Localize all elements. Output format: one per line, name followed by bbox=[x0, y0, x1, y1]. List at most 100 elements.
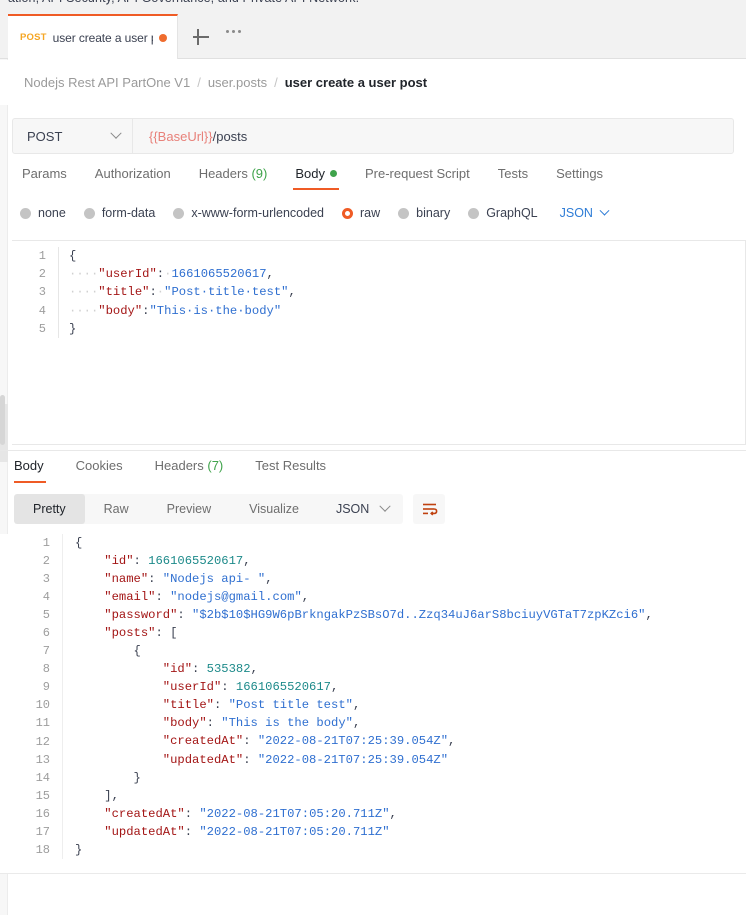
request-tab-body[interactable]: Body bbox=[281, 166, 351, 190]
url-input[interactable]: {{BaseUrl}}/posts bbox=[133, 129, 733, 144]
code-token-k: "name" bbox=[104, 572, 149, 587]
code-text: "email": "nodejs@gmail.com", bbox=[62, 588, 746, 607]
code-token-p: : bbox=[243, 752, 258, 767]
line-number: 5 bbox=[42, 608, 50, 623]
response-view-segment: Pretty Raw Preview Visualize JSON bbox=[14, 494, 404, 524]
response-code-rows: 1{2 "id": 1661065520617, 3 "name": "Nodej… bbox=[0, 534, 746, 859]
line-number: 8 bbox=[42, 662, 50, 677]
body-type-radio-raw[interactable]: raw bbox=[342, 206, 380, 220]
code-token-p: : bbox=[148, 572, 163, 587]
code-token-k: "password" bbox=[104, 608, 178, 623]
plus-icon[interactable] bbox=[190, 26, 212, 48]
response-tab-cookies[interactable]: Cookies bbox=[60, 458, 139, 483]
request-tab-headers-9[interactable]: Headers (9) bbox=[185, 166, 282, 190]
tab-method-label: POST bbox=[20, 32, 47, 43]
breadcrumb-collection[interactable]: Nodejs Rest API PartOne V1 bbox=[24, 75, 190, 90]
response-view-raw[interactable]: Raw bbox=[85, 494, 148, 524]
code-line: 10 "title": "Post title test", bbox=[0, 696, 746, 715]
response-format-select[interactable]: JSON bbox=[318, 494, 403, 524]
response-tabs: Body Cookies Headers (7) Test Results bbox=[14, 458, 342, 483]
request-tab-authorization[interactable]: Authorization bbox=[81, 166, 185, 190]
code-token-k: "id" bbox=[162, 662, 193, 677]
code-line: 2 ····"userId":·1661065520617, bbox=[12, 265, 745, 284]
code-token-k: "updatedAt" bbox=[104, 824, 185, 839]
line-number: 13 bbox=[35, 752, 50, 767]
body-type-label: none bbox=[38, 206, 66, 220]
code-token-p: , bbox=[288, 285, 296, 300]
code-line: 15 ], bbox=[0, 786, 746, 805]
code-token-p: , bbox=[448, 734, 456, 749]
code-token-s: "Post title test" bbox=[228, 698, 353, 713]
code-token-p: : bbox=[184, 806, 200, 821]
http-method-select[interactable]: POST bbox=[13, 119, 133, 153]
code-token-p: , bbox=[645, 608, 653, 623]
request-tab-pre-request-script[interactable]: Pre-request Script bbox=[351, 166, 484, 190]
code-token-k: "posts" bbox=[104, 626, 156, 641]
request-tab-params[interactable]: Params bbox=[22, 166, 81, 190]
request-code-rows: 1{2 ····"userId":·1661065520617, 3 ····"tit… bbox=[12, 241, 745, 338]
code-text: "updatedAt": "2022-08-21T07:05:20.711Z" bbox=[62, 822, 746, 841]
tab-title-label: user create a user pos bbox=[52, 30, 153, 45]
code-line: 8 "id": 535382, bbox=[0, 660, 746, 679]
radio-icon bbox=[342, 207, 353, 219]
response-body-viewer[interactable]: 1{2 "id": 1661065520617, 3 "name": "Nodej… bbox=[0, 534, 746, 874]
code-text: "body": "This is the body", bbox=[62, 714, 746, 733]
code-token-ws: ···· bbox=[69, 303, 99, 318]
response-tab-headers-7[interactable]: Headers (7) bbox=[139, 458, 240, 483]
response-view-visualize[interactable]: Visualize bbox=[230, 494, 318, 524]
breadcrumb-request[interactable]: user create a user post bbox=[285, 75, 427, 90]
line-number: 18 bbox=[35, 842, 50, 857]
response-tab-label: Cookies bbox=[75, 458, 123, 473]
ellipsis-icon[interactable] bbox=[226, 30, 242, 34]
code-token-p: , bbox=[250, 662, 258, 677]
code-token-p: , bbox=[301, 590, 310, 605]
code-token-p bbox=[75, 789, 104, 803]
code-text: { bbox=[58, 247, 745, 266]
body-type-radio-form-data[interactable]: form-data bbox=[83, 206, 155, 220]
request-body-editor[interactable]: 1{2 ····"userId":·1661065520617, 3 ····"tit… bbox=[12, 240, 746, 445]
radio-icon bbox=[173, 207, 185, 219]
code-text: } bbox=[58, 319, 745, 338]
request-tab-tests[interactable]: Tests bbox=[484, 166, 542, 190]
top-banner: ation, API Security, API Governance, and… bbox=[0, 0, 746, 14]
code-token-p: : bbox=[133, 553, 149, 568]
response-tab-body[interactable]: Body bbox=[14, 458, 60, 483]
body-type-radio-x-www-form-urlencoded[interactable]: x-www-form-urlencoded bbox=[173, 206, 324, 220]
request-tab-settings[interactable]: Settings bbox=[542, 166, 617, 190]
response-view-pretty[interactable]: Pretty bbox=[14, 494, 85, 524]
request-editor-scrollbar[interactable] bbox=[0, 395, 5, 445]
code-token-k: "body" bbox=[162, 716, 207, 731]
code-token-p bbox=[75, 662, 163, 676]
request-tab-count: (9) bbox=[251, 166, 268, 181]
code-text: "updatedAt": "2022-08-21T07:25:39.054Z" bbox=[62, 750, 746, 769]
line-number: 3 bbox=[38, 285, 46, 300]
code-text: { bbox=[62, 642, 746, 661]
code-token-p bbox=[75, 825, 104, 839]
code-token-k: "userId" bbox=[162, 680, 222, 695]
request-tab-label: Settings bbox=[556, 166, 604, 181]
code-token-p: , bbox=[243, 553, 251, 568]
body-type-radio-none[interactable]: none bbox=[20, 206, 66, 220]
radio-icon bbox=[83, 207, 95, 219]
code-token-s: "Nodejs api- " bbox=[162, 572, 266, 587]
code-token-p: : bbox=[206, 716, 222, 731]
line-number: 12 bbox=[35, 734, 50, 749]
line-number: 11 bbox=[35, 716, 50, 731]
breadcrumb-separator-1: / bbox=[197, 75, 201, 90]
code-token-p: : bbox=[177, 608, 193, 623]
url-variable: {{BaseUrl}} bbox=[149, 128, 213, 144]
code-token-brc: } bbox=[133, 770, 141, 785]
code-token-brc: ] bbox=[104, 788, 112, 803]
code-token-ws: ···· bbox=[69, 267, 99, 282]
body-format-select[interactable]: JSON bbox=[560, 205, 610, 220]
response-view-preview[interactable]: Preview bbox=[148, 494, 230, 524]
body-type-label: binary bbox=[416, 206, 451, 220]
code-line: 9 "userId": 1661065520617, bbox=[0, 678, 746, 697]
code-text: ····"title":·"Post·title·test", bbox=[58, 283, 745, 302]
response-tab-test-results[interactable]: Test Results bbox=[239, 458, 342, 483]
body-type-radio-graphql[interactable]: GraphQL bbox=[468, 206, 538, 220]
wrap-text-icon[interactable] bbox=[413, 494, 446, 524]
request-tab-active[interactable]: POST user create a user pos bbox=[8, 14, 178, 59]
breadcrumb-folder[interactable]: user.posts bbox=[208, 75, 267, 90]
body-type-radio-binary[interactable]: binary bbox=[398, 206, 450, 220]
